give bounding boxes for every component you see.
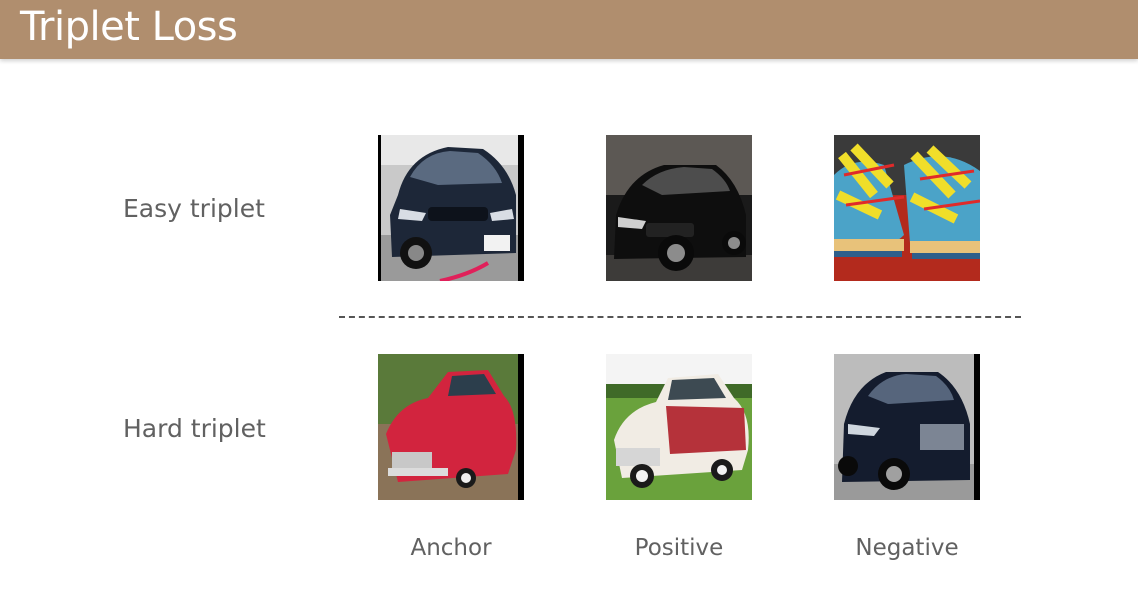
hard-negative-image: [834, 354, 980, 500]
hard-positive-image: [606, 354, 752, 500]
column-label-positive: Positive: [634, 535, 724, 561]
easy-positive-image: [606, 135, 752, 281]
easy-anchor-image: [378, 135, 524, 281]
slide-title: Triplet Loss: [20, 4, 238, 50]
row-divider: [339, 316, 1021, 318]
row-label-hard: Hard triplet: [123, 414, 266, 443]
slide-header: Triplet Loss: [0, 0, 1138, 59]
hard-anchor-image: [378, 354, 524, 500]
row-label-easy: Easy triplet: [123, 194, 265, 223]
column-label-anchor: Anchor: [410, 535, 492, 561]
column-label-negative: Negative: [855, 535, 959, 561]
easy-negative-image: [834, 135, 980, 281]
